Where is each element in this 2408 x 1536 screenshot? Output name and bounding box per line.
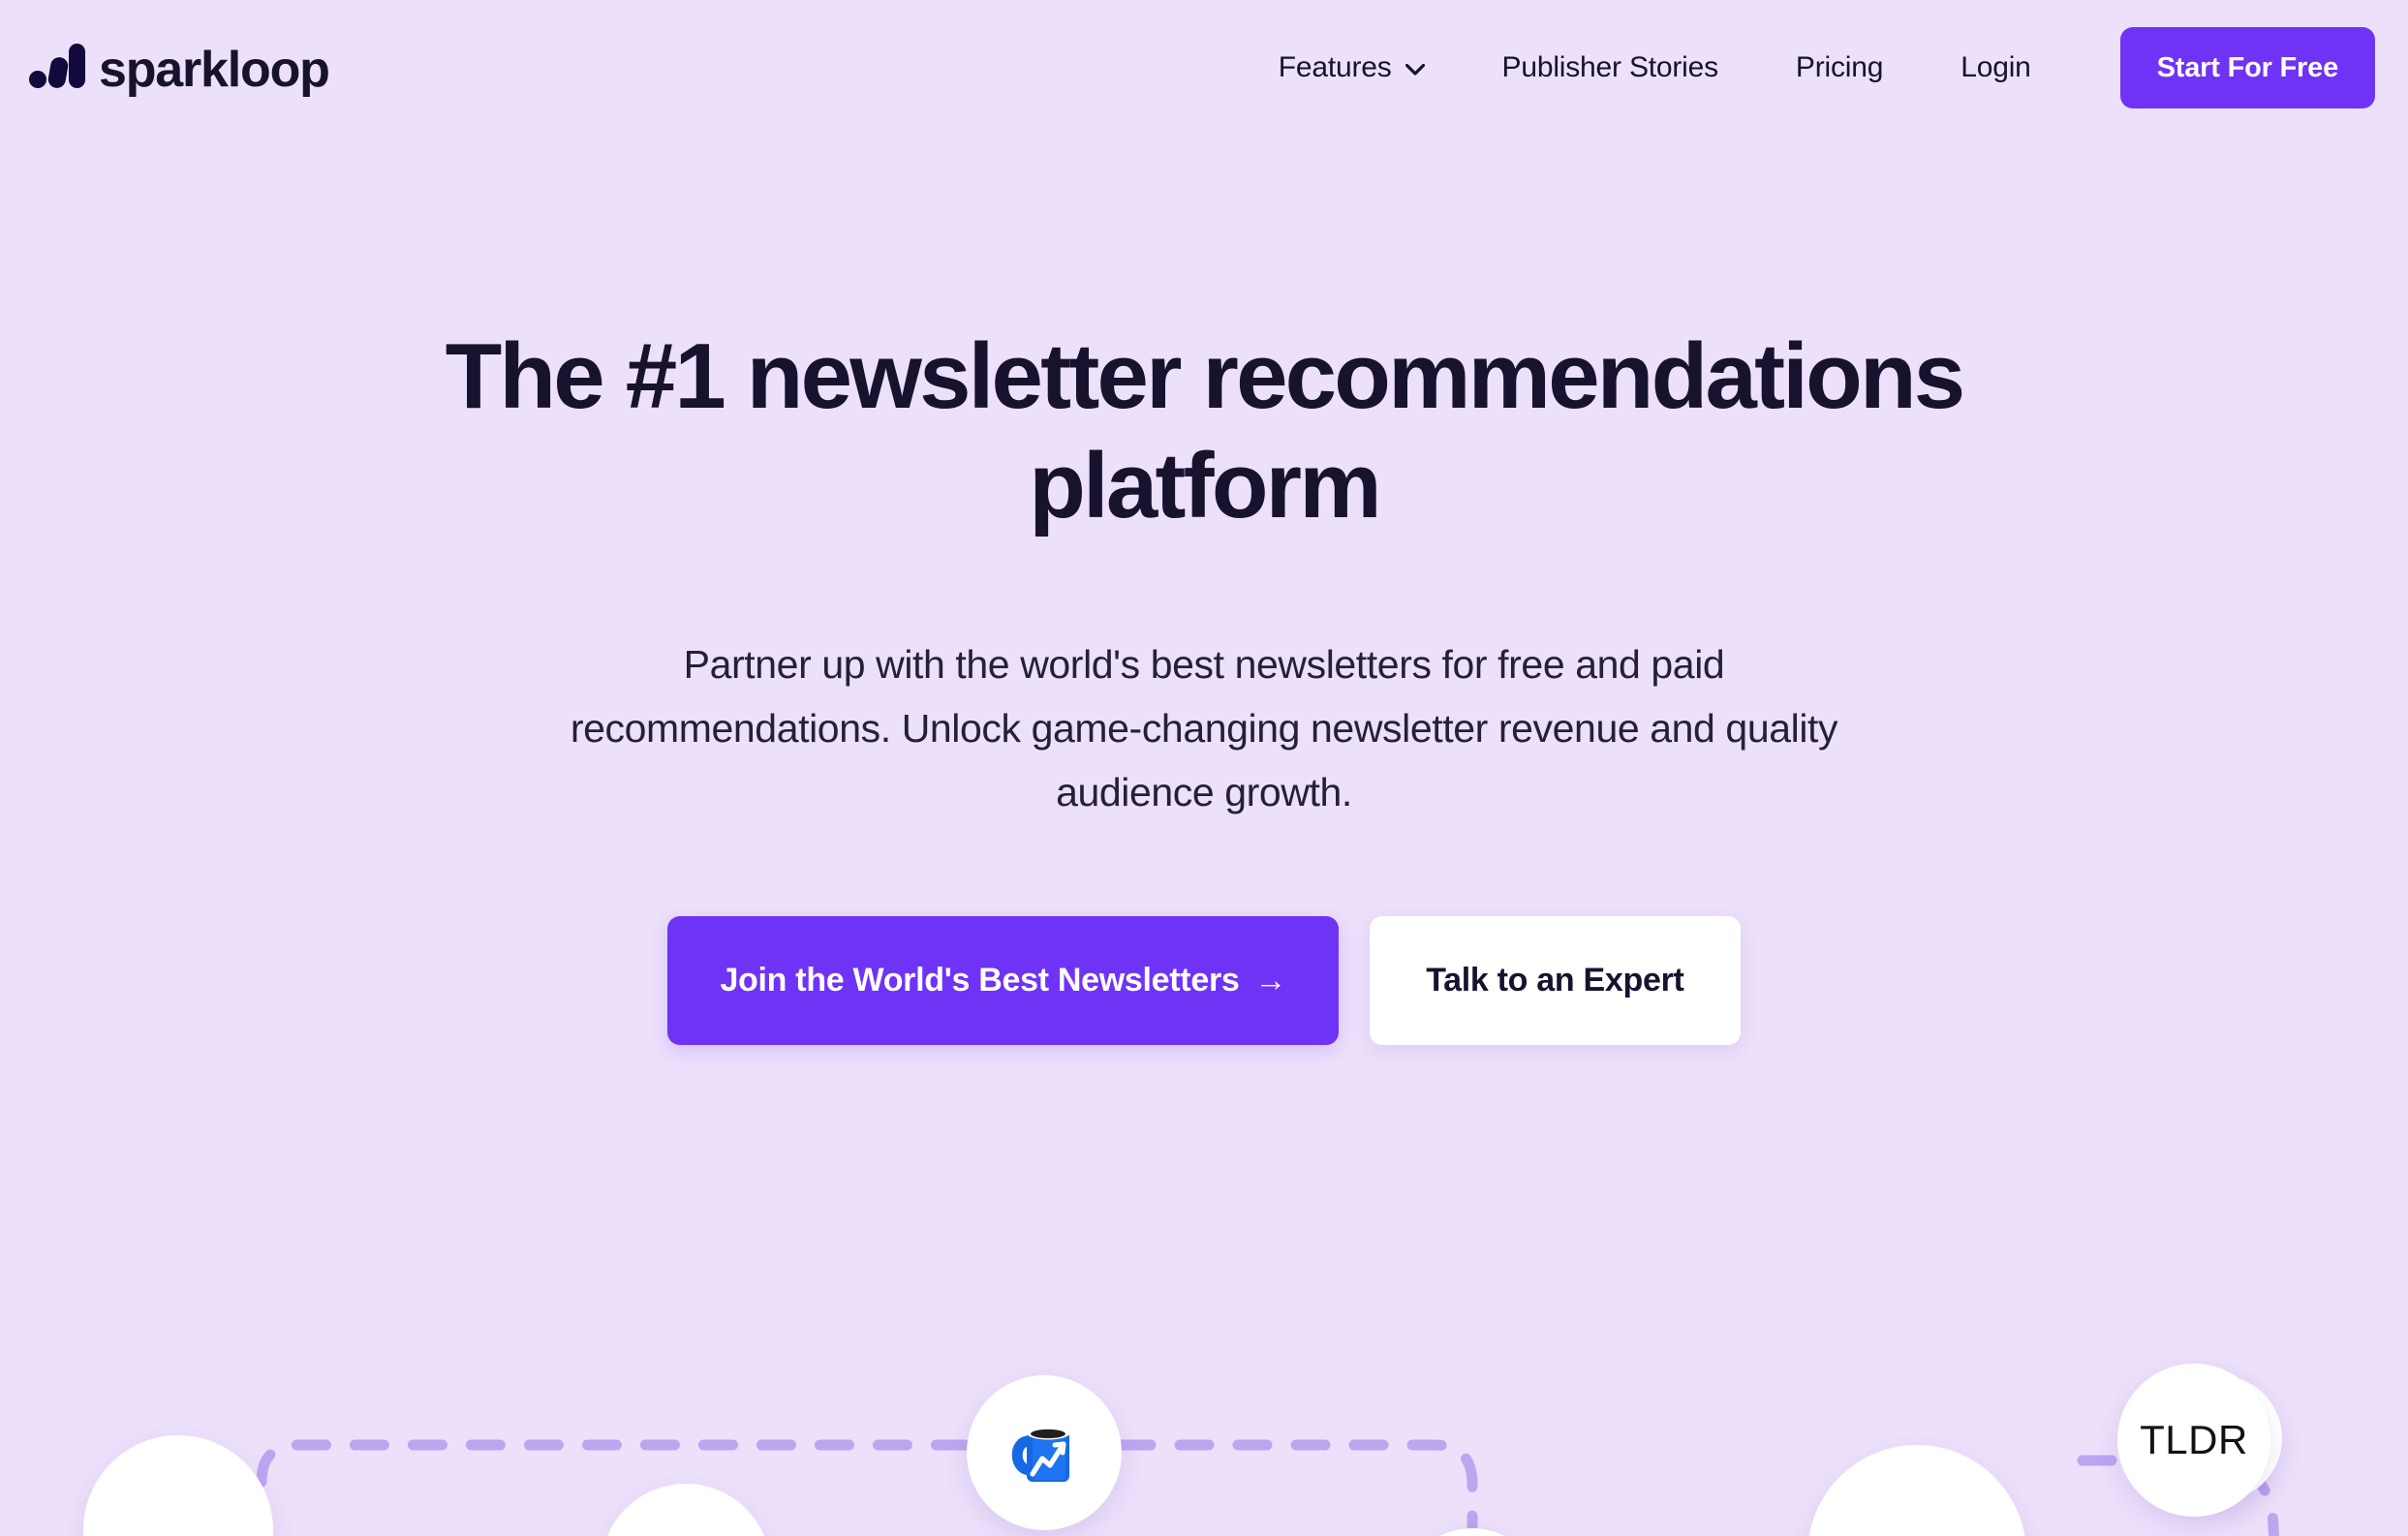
nav-item-pricing[interactable]: Pricing [1757,51,1922,84]
nav-item-publisher-stories-label: Publisher Stories [1501,51,1719,83]
talk-to-expert-button[interactable]: Talk to an Expert [1370,915,1741,1045]
sparkloop-bars-icon [29,43,85,93]
brand-logo[interactable]: sparkloop [29,42,330,98]
join-newsletters-label: Join the World's Best Newsletters [720,961,1240,998]
join-newsletters-button[interactable]: Join the World's Best Newsletters → [667,915,1340,1045]
dashed-connection-paths [256,1439,2280,1536]
network-badge-tldr[interactable]: TLDR [2117,1364,2270,1517]
newsletter-network-illustration: Bay Area Times TLDR [0,1220,2408,1536]
arrow-right-icon: → [1254,962,1287,998]
network-badge-morning-brew[interactable] [967,1375,1122,1530]
nav-item-features[interactable]: Features [1253,51,1464,84]
brand-name: sparkloop [99,42,330,98]
nav-item-login[interactable]: Login [1922,51,2069,84]
start-for-free-button[interactable]: Start For Free [2119,27,2375,108]
main-nav: Features Publisher Stories Pricing Login… [1253,27,2385,108]
nav-item-pricing-label: Pricing [1795,51,1884,83]
nav-item-publisher-stories[interactable]: Publisher Stories [1464,51,1757,84]
nav-item-login-label: Login [1960,51,2031,83]
nav-item-features-label: Features [1278,51,1392,83]
network-badge-tldr-label: TLDR [2140,1417,2248,1462]
page-title: The #1 newsletter recommendations platfo… [445,324,1966,538]
hero-subtitle: Partner up with the world's best newslet… [570,641,1838,815]
hero-section: The #1 newsletter recommendations platfo… [0,136,2408,1045]
chevron-down-icon [1405,64,1425,76]
hero-actions: Join the World's Best Newsletters → Talk… [0,825,2408,1045]
site-header: sparkloop Features Publisher Stories Pri… [0,0,2408,136]
coffee-mug-chart-icon [1000,1406,1089,1495]
